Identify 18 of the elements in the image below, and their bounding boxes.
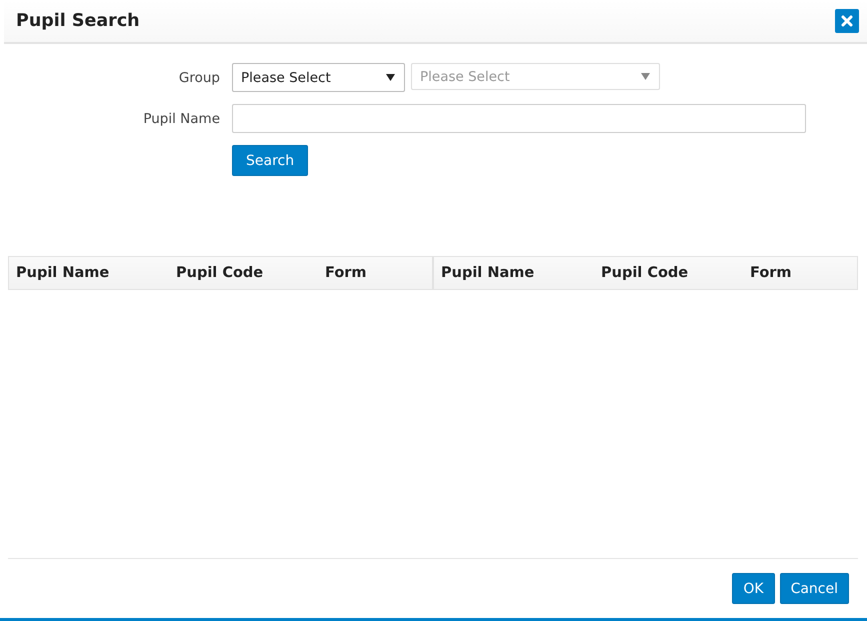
column-header: Pupil Code [176, 265, 264, 281]
column-header: Form [325, 265, 367, 281]
column-header: Pupil Name [441, 265, 534, 281]
column-header: Pupil Code [601, 265, 688, 281]
dropdown-arrow-icon [386, 74, 395, 81]
field-label: Pupil Name [142, 110, 221, 126]
dialog-button[interactable]: OK [732, 573, 775, 604]
dialog-title: Pupil Search [16, 11, 140, 31]
search-button[interactable]: Search [232, 145, 308, 176]
dropdown-arrow-icon [641, 73, 650, 80]
column-header: Form [750, 265, 792, 281]
pupil-name-field[interactable] [232, 104, 806, 133]
group-dropdown[interactable]: Please Select [232, 63, 405, 92]
field-label: Group [178, 70, 221, 86]
dialog-button[interactable]: Cancel [780, 573, 849, 604]
column-header: Pupil Name [16, 265, 110, 281]
close-button[interactable] [835, 9, 859, 33]
close-icon [841, 15, 853, 27]
